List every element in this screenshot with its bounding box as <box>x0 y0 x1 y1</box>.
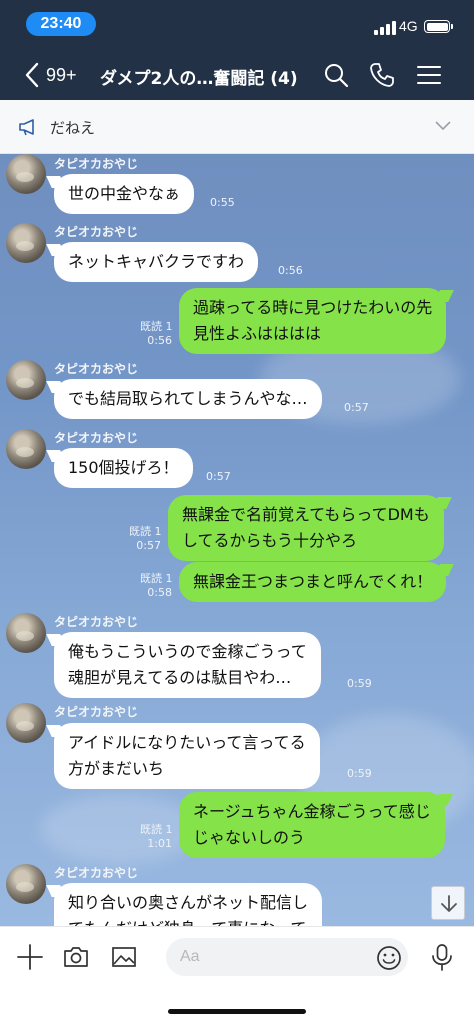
incoming-message[interactable]: 150個投げろ！ <box>54 448 193 488</box>
megaphone-icon <box>19 119 34 136</box>
avatar[interactable] <box>6 154 46 194</box>
home-indicator[interactable] <box>168 1009 306 1014</box>
sender-name: タピオカおやじ <box>54 362 139 376</box>
message-text: でも結局取られてしまうんやな… <box>68 389 308 408</box>
read-receipt: 既読 1 0:58 <box>140 572 173 600</box>
chat-title[interactable]: ダメプ2人の…奮闘記 (4) <box>100 64 298 89</box>
message-line: 俺もうこういうので金稼ごうって <box>68 642 307 661</box>
message-time: 0:55 <box>210 196 235 209</box>
signal-icon <box>374 21 396 35</box>
read-label: 既読 1 <box>140 320 173 333</box>
message-text: 世の中金やなぁ <box>68 184 181 203</box>
status-time[interactable]: 23:40 <box>26 12 96 36</box>
scroll-to-bottom-button[interactable] <box>431 886 465 920</box>
image-icon[interactable] <box>110 943 138 971</box>
sender-name: タピオカおやじ <box>54 705 139 719</box>
header: 23:40 4G 99+ ダメプ2人の…奮闘記 (4) <box>0 0 474 100</box>
outgoing-message[interactable]: 無課金で名前覚えてもらってDMも してるからもう十分やろ <box>168 495 444 561</box>
message-line: 過疎ってる時に見つけたわいの先 <box>193 298 433 317</box>
incoming-message[interactable]: 世の中金やなぁ <box>54 174 195 214</box>
sender-name: タピオカおやじ <box>54 157 139 171</box>
status-bar: 23:40 4G <box>0 0 474 46</box>
chevron-left-icon <box>25 62 39 88</box>
input-bar <box>0 926 474 1024</box>
incoming-message[interactable]: 俺もうこういうので金稼ごうって 魂胆が見えてるのは駄目やわ… <box>54 632 321 698</box>
chevron-down-icon[interactable] <box>434 120 452 132</box>
camera-icon[interactable] <box>62 943 90 971</box>
message-line: 方がまだいち <box>68 759 165 778</box>
message-time: 0:59 <box>347 767 372 780</box>
avatar[interactable] <box>6 223 46 263</box>
avatar[interactable] <box>6 864 46 904</box>
message-line: 魂胆が見えてるのは駄目やわ… <box>68 668 292 687</box>
message-time: 1:01 <box>147 837 172 850</box>
arrow-down-icon <box>441 895 457 912</box>
network-type: 4G <box>399 18 418 34</box>
nav-bar: 99+ ダメプ2人の…奮闘記 (4) <box>0 52 474 98</box>
avatar[interactable] <box>6 613 46 653</box>
chat-area[interactable]: タピオカおやじ 世の中金やなぁ 0:55 タピオカおやじ ネットキャバクラですわ… <box>0 154 474 926</box>
outgoing-message[interactable]: 無課金王つまつまと呼んでくれ！ <box>179 562 447 602</box>
message-input[interactable] <box>166 938 408 976</box>
battery-fill <box>426 22 448 31</box>
outgoing-message[interactable]: ネージュちゃん金稼ごうって感じ じゃないしのう <box>179 792 445 858</box>
search-icon[interactable] <box>323 62 349 88</box>
read-receipt: 既読 1 0:56 <box>140 320 173 348</box>
message-line: ネージュちゃん金稼ごうって感じ <box>193 802 431 821</box>
message-time: 0:59 <box>347 677 372 690</box>
message-line: 無課金で名前覚えてもらってDMも <box>182 505 430 524</box>
back-button[interactable]: 99+ <box>24 58 94 92</box>
sender-name: タピオカおやじ <box>54 615 139 629</box>
incoming-message[interactable]: ネットキャバクラですわ <box>54 242 259 282</box>
sender-name: タピオカおやじ <box>54 225 139 239</box>
read-label: 既読 1 <box>140 823 173 836</box>
read-receipt: 既読 1 0:57 <box>129 525 162 553</box>
outgoing-message[interactable]: 過疎ってる時に見つけたわいの先 見性よふはははは <box>179 288 447 354</box>
battery-icon <box>424 20 450 33</box>
message-time: 0:57 <box>206 470 231 483</box>
unread-count: 99+ <box>46 64 77 85</box>
background-cloud <box>40 794 200 864</box>
message-time: 0:57 <box>136 539 161 552</box>
read-label: 既読 1 <box>129 525 162 538</box>
message-time: 0:57 <box>344 401 369 414</box>
message-time: 0:58 <box>147 586 172 599</box>
read-label: 既読 1 <box>140 572 173 585</box>
sender-name: タピオカおやじ <box>54 431 139 445</box>
avatar[interactable] <box>6 429 46 469</box>
battery-tip <box>451 24 453 29</box>
message-line: してるからもう十分やろ <box>182 531 358 550</box>
emoji-icon[interactable] <box>375 944 403 972</box>
incoming-message[interactable]: でも結局取られてしまうんやな… <box>54 379 322 419</box>
menu-icon[interactable] <box>416 62 442 88</box>
sender-name: タピオカおやじ <box>54 866 139 880</box>
message-line: 知り合いの奥さんがネット配信し <box>68 893 309 912</box>
message-line: てたんだけど独身って事になって <box>68 916 308 926</box>
message-text: 150個投げろ！ <box>68 458 179 477</box>
plus-icon[interactable] <box>16 943 44 971</box>
avatar[interactable] <box>6 360 46 400</box>
message-line: じゃないしのう <box>193 828 306 847</box>
announcement-text: だねえ <box>50 119 96 137</box>
message-time: 0:56 <box>147 334 172 347</box>
read-receipt: 既読 1 1:01 <box>140 823 173 851</box>
mic-icon[interactable] <box>428 943 456 971</box>
message-time: 0:56 <box>278 264 303 277</box>
incoming-message[interactable]: 知り合いの奥さんがネット配信し てたんだけど独身って事になって <box>54 883 323 926</box>
incoming-message[interactable]: アイドルになりたいって言ってる 方がまだいち <box>54 723 320 789</box>
announcement-bar[interactable]: だねえ <box>0 100 474 154</box>
message-line: 見性よふはははは <box>193 324 322 343</box>
phone-icon[interactable] <box>369 62 395 88</box>
message-line: アイドルになりたいって言ってる <box>68 733 306 752</box>
message-text: ネットキャバクラですわ <box>68 252 245 271</box>
message-text: 無課金王つまつまと呼んでくれ！ <box>193 572 433 591</box>
avatar[interactable] <box>6 703 46 743</box>
